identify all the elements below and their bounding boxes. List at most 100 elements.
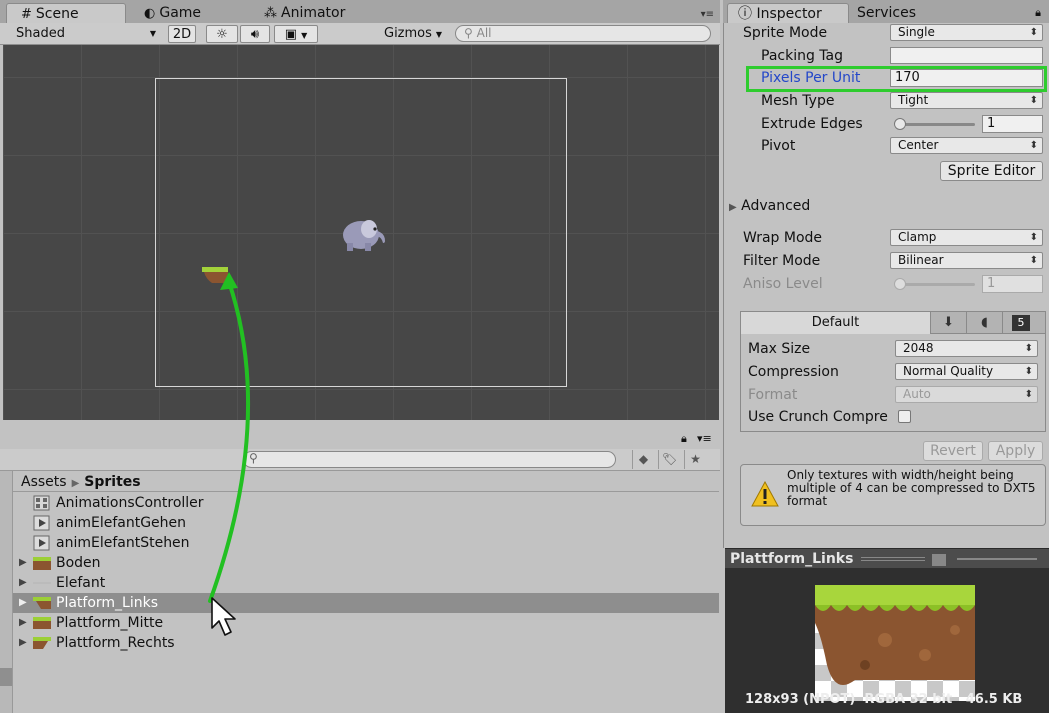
panel-menu-icon[interactable]: ▾≡ — [697, 432, 712, 445]
gizmos-dropdown[interactable]: Gizmos ▼ — [384, 25, 442, 43]
tab-services[interactable]: Services — [847, 3, 926, 23]
asset-label: animElefantGehen — [56, 515, 187, 531]
asset-row[interactable]: ▶ Plattform_Mitte — [13, 613, 719, 633]
audio-toggle-icon[interactable]: 🔊︎ — [240, 25, 270, 43]
max-size-dropdown[interactable]: 2048 — [895, 340, 1038, 357]
warning-icon — [751, 481, 779, 507]
advanced-foldout[interactable]: ▶ Advanced — [729, 197, 810, 217]
advanced-label: Advanced — [741, 198, 811, 214]
apply-button[interactable]: Apply — [988, 441, 1043, 461]
asset-row[interactable]: ▶ Platform_Links — [13, 593, 719, 613]
favorites-star-icon[interactable]: ★ — [684, 450, 706, 469]
asset-row[interactable]: ▶ Boden — [13, 553, 719, 573]
breadcrumb-assets[interactable]: Assets — [21, 474, 67, 490]
foldout-arrow-icon[interactable]: ▶ — [19, 573, 27, 593]
max-size-label: Max Size — [748, 341, 811, 357]
lock-icon[interactable]: 🔒︎ — [681, 432, 687, 446]
format-label: Format — [748, 387, 798, 403]
scene-view[interactable] — [3, 45, 719, 420]
compression-dropdown[interactable]: Normal Quality — [895, 363, 1038, 380]
scene-tab-bar: # Scene ◐ Game ⁂ Animator ▾≡ — [0, 0, 720, 23]
packing-tag-label: Packing Tag — [761, 48, 843, 64]
tab-services-label: Services — [857, 5, 917, 21]
breadcrumb-sprites[interactable]: Sprites — [84, 474, 140, 490]
texture-preview: 128x93 (NPOT) RGBA 32 bit 46.5 KB — [725, 568, 1049, 713]
platform-preview-image — [815, 585, 975, 685]
pixels-per-unit-highlight — [746, 66, 1047, 92]
sprite-mode-label: Sprite Mode — [743, 25, 828, 41]
asset-row[interactable]: animElefantGehen — [13, 513, 719, 533]
breadcrumb: Assets ▶ Sprites — [21, 473, 141, 493]
preview-header[interactable]: Plattform_Links — [725, 548, 1049, 568]
tab-game-label: Game — [159, 5, 202, 21]
animator-icon: ⁂ — [264, 6, 277, 21]
pivot-dropdown[interactable]: Center — [890, 137, 1043, 154]
tab-game[interactable]: ◐ Game — [130, 3, 209, 23]
mesh-type-dropdown[interactable]: Tight — [890, 92, 1043, 109]
pacman-icon: ◐ — [144, 6, 156, 21]
sprite-editor-button[interactable]: Sprite Editor — [940, 161, 1043, 181]
project-search-input[interactable]: ⚲ — [243, 451, 616, 468]
elephant-sprite[interactable] — [339, 213, 391, 253]
2d-toggle-button[interactable]: 2D — [168, 25, 196, 43]
scene-search-input[interactable]: ⚲ All — [455, 25, 711, 42]
sprite-mode-dropdown[interactable]: Single — [890, 24, 1043, 41]
tab-animator[interactable]: ⁂ Animator — [250, 3, 353, 23]
tab-scene[interactable]: # Scene — [6, 3, 126, 23]
format-dropdown: Auto — [895, 386, 1038, 403]
tab-inspector[interactable]: ⓘ Inspector — [727, 3, 849, 23]
asset-row[interactable]: animElefantStehen — [13, 533, 719, 553]
asset-label: Plattform_Rechts — [56, 635, 175, 651]
extrude-edges-label: Extrude Edges — [761, 116, 863, 132]
drag-handle[interactable] — [861, 557, 925, 561]
project-folder-tree[interactable] — [0, 471, 13, 713]
lighting-toggle-icon[interactable]: ☼ — [206, 25, 238, 43]
breadcrumb-separator-icon: ▶ — [71, 478, 80, 489]
asset-label: Elefant — [56, 575, 106, 591]
asset-label: Platform_Links — [56, 595, 159, 611]
platform-tab-default[interactable]: Default — [741, 312, 931, 334]
asset-row[interactable]: ▶ Elefant — [13, 573, 719, 593]
foldout-arrow-icon[interactable]: ▶ — [19, 593, 27, 613]
checker-toggle-icon[interactable] — [932, 554, 946, 566]
android-icon[interactable]: ◖ — [967, 312, 1003, 334]
foldout-arrow-icon: ▶ — [729, 202, 737, 213]
filter-mode-dropdown[interactable]: Bilinear — [890, 252, 1043, 269]
animation-clip-icon — [33, 535, 51, 551]
scene-toolbar: Shaded ▼ 2D ☼ 🔊︎ ▣ ▼ Gizmos ▼ ⚲ All — [0, 23, 720, 45]
tab-inspector-label: Inspector — [756, 6, 822, 22]
platform-sprite-in-scene[interactable] — [202, 267, 228, 283]
lock-icon[interactable]: 🔒︎ — [1035, 6, 1041, 20]
inspector-tab-bar: ⓘ Inspector Services 🔒︎ — [723, 0, 1049, 23]
asset-label: Plattform_Mitte — [56, 615, 164, 631]
aniso-level-field: 1 — [982, 275, 1043, 293]
shading-dropdown[interactable]: Shaded ▼ — [10, 25, 160, 43]
extrude-edges-slider-thumb[interactable] — [894, 118, 906, 130]
packing-tag-field[interactable] — [890, 47, 1043, 64]
revert-button[interactable]: Revert — [923, 441, 983, 461]
asset-label: Boden — [56, 555, 101, 571]
foldout-arrow-icon[interactable]: ▶ — [19, 633, 27, 653]
asset-label: animElefantStehen — [56, 535, 190, 551]
extrude-edges-field[interactable]: 1 — [982, 115, 1043, 133]
crunch-compression-checkbox[interactable] — [898, 410, 911, 423]
project-toolbar: ⚲ ◆ 🏷︎ ★ — [0, 449, 720, 471]
mip-slider[interactable] — [957, 558, 1037, 560]
tab-animator-label: Animator — [281, 5, 346, 21]
asset-label: AnimationsController — [56, 495, 204, 511]
wrap-mode-label: Wrap Mode — [743, 230, 823, 246]
filter-by-type-icon[interactable]: ◆ — [632, 450, 654, 469]
wrap-mode-dropdown[interactable]: Clamp — [890, 229, 1043, 246]
preview-title: Plattform_Links — [730, 551, 854, 567]
project-asset-list: Assets ▶ Sprites AnimationsController animE… — [13, 471, 719, 713]
standalone-download-icon[interactable]: ⬇ — [931, 312, 967, 334]
foldout-arrow-icon[interactable]: ▶ — [19, 553, 27, 573]
asset-row[interactable]: ▶ Plattform_Rechts — [13, 633, 719, 653]
extrude-edges-slider[interactable] — [895, 123, 975, 126]
filter-by-label-icon[interactable]: 🏷︎ — [658, 450, 680, 469]
effects-toggle-icon[interactable]: ▣ ▼ — [274, 25, 318, 43]
foldout-arrow-icon[interactable]: ▶ — [19, 613, 27, 633]
asset-row[interactable]: AnimationsController — [13, 493, 719, 513]
panel-menu-icon[interactable]: ▾≡ — [701, 9, 714, 20]
html5-icon[interactable]: 5 — [1003, 312, 1039, 334]
